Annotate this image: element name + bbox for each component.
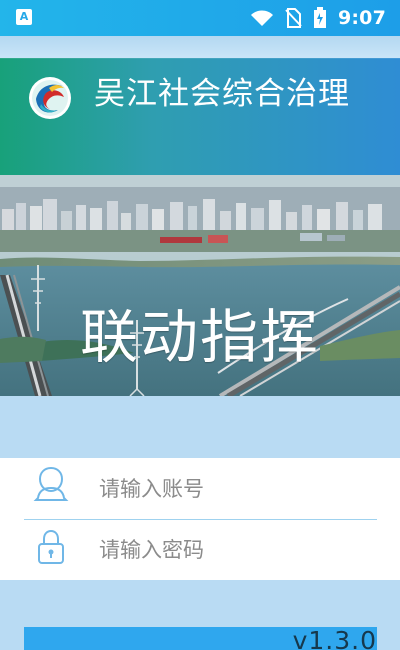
status-bar: A 9:07 [0,0,400,36]
no-sim-icon [284,8,302,28]
version-bar: v1.3.0 [24,627,377,650]
hero-banner: 吴江社会综合治理 联动指挥 [0,58,400,396]
password-input[interactable] [99,536,369,564]
battery-icon [312,7,328,29]
user-icon [31,464,71,504]
password-row [0,519,400,580]
top-gap [0,36,400,58]
status-time: 9:07 [337,7,386,29]
account-input[interactable] [99,475,369,503]
account-row [0,458,400,519]
wifi-icon [250,9,274,27]
app-logo-icon [28,76,72,120]
title-banner: 吴江社会综合治理 [0,58,400,175]
app-title: 吴江社会综合治理 [94,76,350,112]
notification-app-icon: A [16,9,32,25]
lock-icon [31,527,71,567]
version-label: v1.3.0 [292,627,377,650]
middle-gap [0,396,400,458]
hero-slogan: 联动指挥 [79,303,320,371]
login-form [0,458,400,580]
status-icons: 9:07 [250,6,386,30]
